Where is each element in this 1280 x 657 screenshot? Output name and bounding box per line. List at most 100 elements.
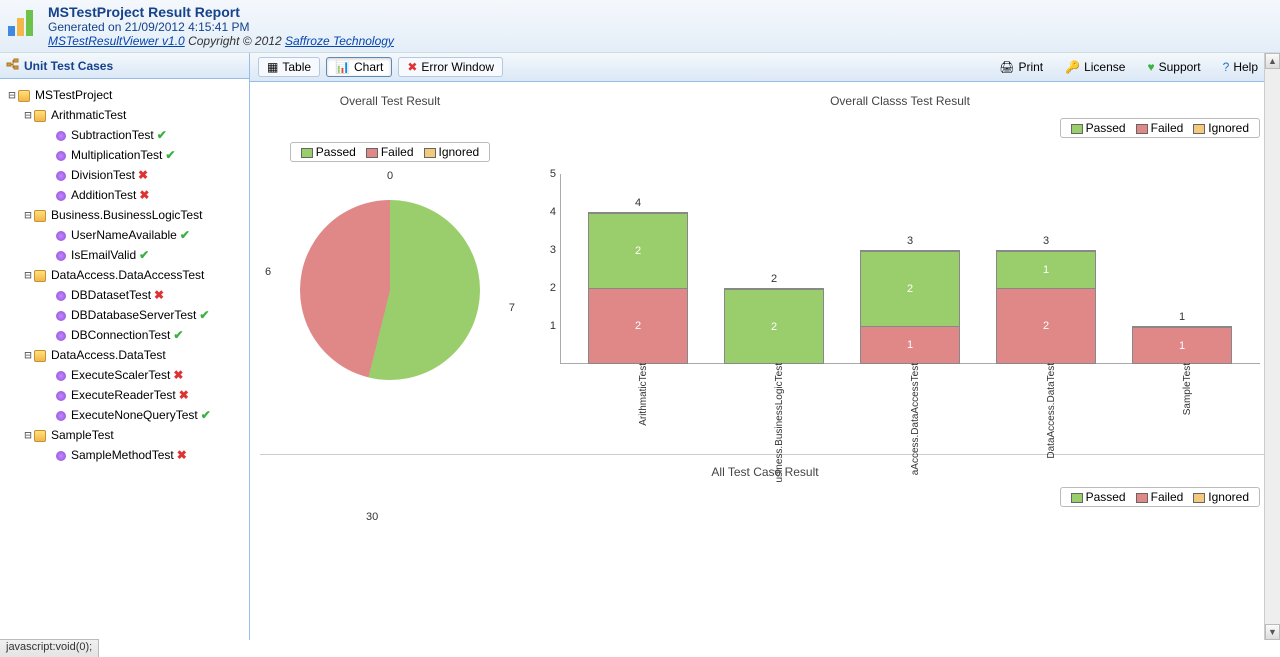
pass-icon: ✔: [165, 148, 175, 162]
pass-icon: ✔: [157, 128, 167, 142]
bar: 422ArithmaticTest: [588, 212, 688, 364]
tree-test[interactable]: DBConnectionTest: [68, 327, 173, 343]
test-icon: [56, 251, 66, 261]
toggle-icon[interactable]: ⊟: [22, 205, 34, 225]
chart-title-class: Overall Classs Test Result: [530, 90, 1270, 112]
vertical-scrollbar[interactable]: ▲ ▼: [1264, 53, 1280, 640]
chart-title-overall: Overall Test Result: [260, 90, 520, 112]
tree-group[interactable]: DataAccess.DataTest: [48, 347, 169, 363]
tree-group[interactable]: DataAccess.DataAccessTest: [48, 267, 207, 283]
tree-test[interactable]: MultiplicationTest: [68, 147, 165, 163]
tree-test[interactable]: SampleMethodTest: [68, 447, 177, 463]
page-title: MSTestProject Result Report: [48, 4, 394, 20]
fail-icon: ✖: [173, 368, 183, 382]
support-button[interactable]: ♥Support: [1139, 58, 1208, 76]
scroll-up-icon[interactable]: ▲: [1265, 53, 1280, 69]
tree-test[interactable]: ExecuteScalerTest: [68, 367, 173, 383]
toggle-icon[interactable]: ⊟: [22, 425, 34, 445]
class-icon: [34, 430, 46, 442]
bar-legend: Passed Failed Ignored: [1060, 118, 1260, 138]
app-link[interactable]: MSTestResultViewer v1.0: [48, 34, 185, 48]
support-icon: ♥: [1147, 60, 1154, 74]
fail-icon: ✖: [139, 188, 149, 202]
pie-legend: Passed Failed Ignored: [290, 142, 490, 162]
tree-group[interactable]: SampleTest: [48, 427, 117, 443]
all-test-case-result-chart: All Test Case Result Passed Failed Ignor…: [260, 454, 1270, 541]
print-button[interactable]: 🖨Print: [991, 58, 1051, 76]
test-icon: [56, 131, 66, 141]
fail-icon: ✖: [177, 448, 187, 462]
bar: 22usiness.BusinessLogicTest: [724, 288, 824, 364]
tree-group[interactable]: Business.BusinessLogicTest: [48, 207, 205, 223]
tree-test[interactable]: ExecuteReaderTest: [68, 387, 179, 403]
project-icon: [18, 90, 30, 102]
table-icon: ▦: [267, 60, 278, 74]
test-icon: [56, 391, 66, 401]
class-icon: [34, 110, 46, 122]
toggle-icon[interactable]: ⊟: [22, 265, 34, 285]
pass-icon: ✔: [199, 308, 209, 322]
help-button[interactable]: ?Help: [1215, 58, 1266, 76]
class-icon: [34, 270, 46, 282]
tree-test[interactable]: IsEmailValid: [68, 247, 139, 263]
table-button[interactable]: ▦Table: [258, 57, 320, 77]
pass-icon: ✔: [173, 328, 183, 342]
tree-test[interactable]: UserNameAvailable: [68, 227, 180, 243]
tree-test[interactable]: DBDatasetTest: [68, 287, 154, 303]
license-button[interactable]: 🔑License: [1057, 58, 1133, 76]
test-tree: ⊟ MSTestProject ⊟ ArithmaticTest Subtraction…: [0, 79, 249, 640]
right-panel: ▦Table 📊Chart ✖Error Window 🖨Print 🔑Lice…: [250, 53, 1280, 640]
test-icon: [56, 331, 66, 341]
tree-test[interactable]: DivisionTest: [68, 167, 138, 183]
test-icon: [56, 371, 66, 381]
tree-test[interactable]: DBDatabaseServerTest: [68, 307, 199, 323]
class-icon: [34, 210, 46, 222]
tree-test[interactable]: AdditionTest: [68, 187, 139, 203]
toggle-icon[interactable]: ⊟: [22, 345, 34, 365]
pie-label-passed: 7: [509, 302, 515, 314]
test-icon: [56, 231, 66, 241]
tree-group[interactable]: ArithmaticTest: [48, 107, 129, 123]
pass-icon: ✔: [180, 228, 190, 242]
pass-icon: ✔: [201, 408, 211, 422]
scroll-down-icon[interactable]: ▼: [1265, 624, 1280, 640]
test-icon: [56, 171, 66, 181]
tree-root[interactable]: MSTestProject: [32, 87, 115, 103]
tree-icon: [6, 57, 20, 74]
chart-icon: 📊: [335, 60, 350, 74]
overall-class-test-result-chart: Overall Classs Test Result Passed Failed…: [530, 90, 1270, 444]
test-icon: [56, 311, 66, 321]
tree-test[interactable]: SubtractionTest: [68, 127, 157, 143]
chart-title-all: All Test Case Result: [260, 461, 1270, 483]
test-icon: [56, 451, 66, 461]
copyright-line: MSTestResultViewer v1.0 Copyright © 2012…: [48, 34, 394, 48]
help-icon: ?: [1223, 60, 1230, 74]
generated-line: Generated on 21/09/2012 4:15:41 PM: [48, 20, 394, 34]
toolbar: ▦Table 📊Chart ✖Error Window 🖨Print 🔑Lice…: [250, 53, 1280, 82]
bar: 312DataAccess.DataTest: [996, 250, 1096, 364]
chart-area: Overall Test Result Passed Failed Ignore…: [250, 82, 1280, 640]
bar: 11SampleTest: [1132, 326, 1232, 364]
vendor-link[interactable]: Saffroze Technology: [285, 34, 394, 48]
license-icon: 🔑: [1065, 60, 1080, 74]
test-icon: [56, 151, 66, 161]
pie-label-failed: 6: [265, 266, 271, 278]
header: MSTestProject Result Report Generated on…: [0, 0, 1280, 53]
pie-label-ignored: 0: [387, 170, 393, 182]
test-icon: [56, 191, 66, 201]
chart-button[interactable]: 📊Chart: [326, 57, 392, 77]
class-icon: [34, 350, 46, 362]
test-icon: [56, 291, 66, 301]
toggle-icon[interactable]: ⊟: [22, 105, 34, 125]
fail-icon: ✖: [179, 388, 189, 402]
tree-test[interactable]: ExecuteNoneQueryTest: [68, 407, 201, 423]
pass-icon: ✔: [139, 248, 149, 262]
test-icon: [56, 411, 66, 421]
statusbar: javascript:void(0);: [0, 639, 99, 657]
all-legend: Passed Failed Ignored: [1060, 487, 1260, 507]
toggle-icon[interactable]: ⊟: [6, 85, 18, 105]
error-window-button[interactable]: ✖Error Window: [398, 57, 503, 77]
overall-test-result-chart: Overall Test Result Passed Failed Ignore…: [260, 90, 520, 444]
bar: 321aAccess.DataAccessTest: [860, 250, 960, 364]
all-chart-y-tick: 30: [366, 511, 378, 523]
